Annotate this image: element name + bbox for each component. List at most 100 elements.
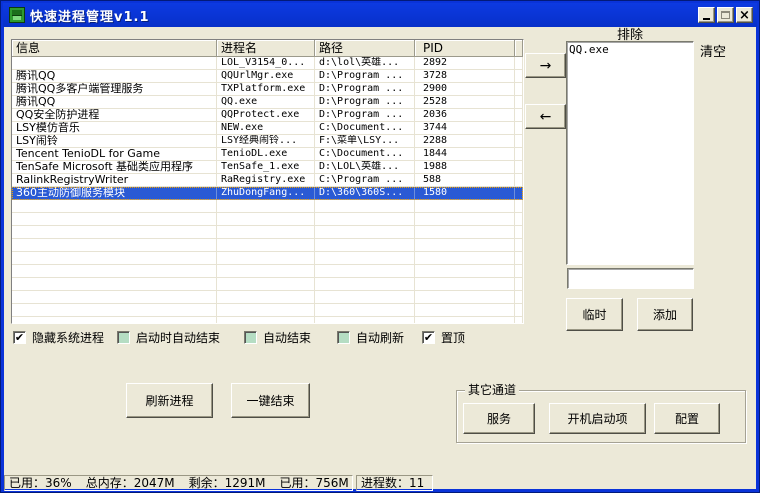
cell	[12, 213, 217, 226]
cell: 腾讯QQ多客户端管理服务	[12, 83, 217, 96]
table-row	[12, 278, 523, 291]
clear-exclusion-label[interactable]: 清空	[700, 41, 726, 60]
table-row[interactable]: LSY闹铃LSY经典闹铃...F:\菜单\LSY...2288	[12, 135, 523, 148]
refresh-processes-button[interactable]: 刷新进程	[126, 383, 213, 418]
checkbox-auto-refresh[interactable]: 自动刷新	[337, 329, 404, 346]
cell	[315, 239, 415, 252]
cell: Tencent TenioDL for Game	[12, 148, 217, 161]
status-process-count-panel: 进程数：11	[356, 475, 433, 491]
services-button[interactable]: 服务	[463, 403, 535, 434]
cell	[12, 304, 217, 317]
remove-from-exclusion-button[interactable]: ←	[525, 104, 566, 129]
checkbox-label: 自动结束	[263, 329, 311, 346]
cell: TenSafe Microsoft 基础类应用程序	[12, 161, 217, 174]
column-header-2[interactable]: 进程名	[217, 40, 315, 57]
table-row[interactable]: 360主动防御服务模块ZhuDongFang...D:\360\360S...1…	[12, 187, 523, 200]
cell: 腾讯QQ	[12, 96, 217, 109]
cell: NEW.exe	[217, 122, 315, 135]
cell	[415, 226, 515, 239]
cell: D:\Program ...	[315, 83, 415, 96]
cell	[315, 226, 415, 239]
cell	[415, 265, 515, 278]
cell	[515, 317, 523, 324]
close-icon: ×	[739, 9, 750, 22]
cell	[315, 304, 415, 317]
cell	[415, 200, 515, 213]
move-to-exclusion-button[interactable]: →	[525, 53, 566, 78]
app-icon	[9, 7, 25, 23]
table-row[interactable]: LSY模仿音乐NEW.exeC:\Document...3744	[12, 122, 523, 135]
cell: D:\Program ...	[315, 109, 415, 122]
cell	[315, 213, 415, 226]
cell: TenSafe_1.exe	[217, 161, 315, 174]
maximize-button[interactable]	[717, 7, 734, 23]
unchecked-checkbox-icon[interactable]	[117, 331, 130, 344]
cell	[12, 317, 217, 324]
cell	[515, 148, 523, 161]
config-button[interactable]: 配置	[654, 403, 720, 434]
close-button[interactable]: ×	[736, 7, 753, 23]
checkbox-always-on-top[interactable]: ✔置顶	[422, 329, 465, 346]
exclusion-input[interactable]	[567, 268, 694, 289]
table-row[interactable]: QQ安全防护进程QQProtect.exeD:\Program ...2036	[12, 109, 523, 122]
table-row[interactable]: Tencent TenioDL for GameTenioDL.exeC:\Do…	[12, 148, 523, 161]
checkbox-kill-on-startup[interactable]: 启动时自动结束	[117, 329, 220, 346]
cell	[515, 122, 523, 135]
cell	[515, 174, 523, 187]
table-row[interactable]: RalinkRegistryWriterRaRegistry.exeC:\Pro…	[12, 174, 523, 187]
cell: d:\lol\英雄...	[315, 57, 415, 70]
checkbox-hide-system-processes[interactable]: ✔隐藏系统进程	[13, 329, 104, 346]
table-row[interactable]: LOL_V3154_0...d:\lol\英雄...2892	[12, 57, 523, 70]
cell	[315, 200, 415, 213]
temporary-button[interactable]: 临时	[566, 298, 623, 331]
one-key-kill-button[interactable]: 一键结束	[231, 383, 310, 418]
column-header-3[interactable]: 路径	[315, 40, 415, 57]
table-row[interactable]: 腾讯QQ多客户端管理服务TXPlatform.exeD:\Program ...…	[12, 83, 523, 96]
minimize-icon	[703, 18, 710, 20]
cell: LSY模仿音乐	[12, 122, 217, 135]
unchecked-checkbox-icon[interactable]	[337, 331, 350, 344]
cell: QQUrlMgr.exe	[217, 70, 315, 83]
cell	[217, 252, 315, 265]
cell: QQ.exe	[217, 96, 315, 109]
column-header-1[interactable]: 信息	[12, 40, 217, 57]
minimize-button[interactable]	[698, 7, 715, 23]
startup-items-button[interactable]: 开机启动项	[549, 403, 646, 434]
cell	[515, 239, 523, 252]
cell: 1844	[415, 148, 515, 161]
cell	[515, 291, 523, 304]
table-row[interactable]: TenSafe Microsoft 基础类应用程序TenSafe_1.exeD:…	[12, 161, 523, 174]
checked-checkbox-icon[interactable]: ✔	[422, 331, 435, 344]
cell: D:\Program ...	[315, 70, 415, 83]
cell: LSY闹铃	[12, 135, 217, 148]
cell: 2288	[415, 135, 515, 148]
cell	[515, 109, 523, 122]
checkbox-label: 自动刷新	[356, 329, 404, 346]
add-button[interactable]: 添加	[637, 298, 693, 331]
cell	[515, 187, 523, 200]
column-header-4[interactable]: PID	[415, 40, 515, 57]
window-title: 快速进程管理v1.1	[30, 6, 698, 25]
checkbox-auto-kill[interactable]: 自动结束	[244, 329, 311, 346]
cell: RaRegistry.exe	[217, 174, 315, 187]
cell	[515, 135, 523, 148]
process-table-header: 信息进程名路径PID	[12, 40, 523, 57]
table-row[interactable]: 腾讯QQQQ.exeD:\Program ...2528	[12, 96, 523, 109]
cell	[415, 252, 515, 265]
unchecked-checkbox-icon[interactable]	[244, 331, 257, 344]
cell: ZhuDongFang...	[217, 187, 315, 200]
column-header-sliver[interactable]	[515, 40, 523, 57]
cell	[515, 213, 523, 226]
process-table-body: LOL_V3154_0...d:\lol\英雄...2892腾讯QQQQUrlM…	[12, 57, 523, 324]
exclusion-list-item[interactable]: QQ.exe	[569, 43, 693, 56]
cell: 腾讯QQ	[12, 70, 217, 83]
table-row[interactable]: 腾讯QQQQUrlMgr.exeD:\Program ...3728	[12, 70, 523, 83]
cell	[415, 213, 515, 226]
table-row	[12, 317, 523, 324]
exclusion-listbox[interactable]: QQ.exe	[566, 41, 694, 265]
cell	[415, 304, 515, 317]
cell	[12, 252, 217, 265]
other-channels-title: 其它通道	[465, 383, 519, 397]
checked-checkbox-icon[interactable]: ✔	[13, 331, 26, 344]
cell	[515, 161, 523, 174]
